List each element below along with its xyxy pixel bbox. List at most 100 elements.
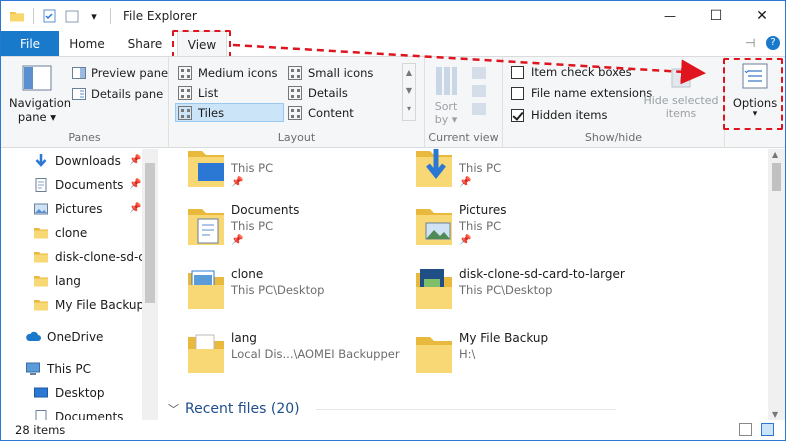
pin-icon[interactable]: 📌: [459, 177, 471, 188]
item-check-boxes-label: Item check boxes: [531, 65, 632, 79]
content-scrollbar[interactable]: ▲ ▼: [768, 149, 785, 420]
new-folder-icon[interactable]: [64, 8, 80, 24]
tile-location: This PC: [231, 219, 274, 233]
nav-item-downloads[interactable]: Downloads: [33, 150, 121, 172]
layout-tiles[interactable]: Tiles: [175, 103, 284, 122]
item-check-boxes-toggle[interactable]: Item check boxes: [511, 65, 632, 79]
pin-icon[interactable]: 📌: [129, 155, 141, 166]
layout-list[interactable]: List: [175, 83, 281, 102]
checkbox-checked[interactable]: [511, 108, 524, 122]
pin-icon[interactable]: 📌: [129, 203, 141, 214]
nav-item-documents[interactable]: Documents: [33, 174, 123, 196]
file-name-extensions-toggle[interactable]: File name extensions: [511, 86, 652, 100]
tab-file[interactable]: File: [1, 31, 59, 57]
backup-folder-icon: [416, 337, 452, 373]
options-chevron-icon[interactable]: ▾: [728, 110, 782, 119]
layout-content[interactable]: Content: [285, 103, 395, 122]
nav-item-pictures[interactable]: Pictures: [33, 198, 103, 220]
folder-icon: [33, 297, 49, 313]
chevron-down-icon[interactable]: ﹀: [168, 401, 179, 417]
tile-name: Pictures: [459, 203, 507, 217]
hidden-items-toggle[interactable]: Hidden items: [511, 108, 607, 122]
small-icons-icon: [288, 65, 302, 80]
nav-item-label: OneDrive: [47, 330, 104, 344]
tile-my-file-backup[interactable]: My File Backup H:\: [414, 329, 634, 387]
nav-item-disk-clone[interactable]: disk-clone-sd-ca: [33, 246, 152, 268]
pictures-folder-icon: [416, 209, 452, 245]
large-icons-view-icon[interactable]: [761, 423, 774, 436]
layout-scroll-buttons[interactable]: ▲ ▼ ▾: [402, 63, 416, 121]
tab-share[interactable]: Share: [119, 31, 171, 57]
navigation-pane-button[interactable]: Navigation pane ▾: [9, 63, 71, 124]
nav-item-label: lang: [55, 274, 81, 288]
nav-item-lang[interactable]: lang: [33, 270, 81, 292]
pin-icon[interactable]: 📌: [231, 235, 243, 246]
group-by-buttons[interactable]: [469, 65, 491, 124]
tile-clone[interactable]: clone This PC\Desktop: [186, 265, 406, 323]
nav-item-clone[interactable]: clone: [33, 222, 87, 244]
details-pane-label: Details pane: [91, 87, 164, 101]
desktop-icon: [33, 385, 49, 401]
folder-icon: [33, 273, 49, 289]
maximize-button[interactable]: ☐: [693, 1, 739, 31]
checkbox[interactable]: [511, 65, 524, 79]
nav-item-my-file-backup[interactable]: My File Backup: [33, 294, 144, 316]
tile-downloads[interactable]: This PC 📌: [414, 149, 634, 201]
pin-icon[interactable]: 📌: [231, 177, 243, 188]
tile-pictures[interactable]: Pictures This PC 📌: [414, 201, 634, 259]
tile-disk-clone-sd-card-to-larger[interactable]: disk-clone-sd-card-to-larger This PC\Des…: [414, 265, 634, 323]
folder-icon: [33, 249, 49, 265]
documents-icon: [33, 177, 49, 193]
details-pane-button[interactable]: Details pane: [71, 86, 163, 102]
scrollbar-thumb[interactable]: [145, 163, 155, 303]
hide-selected-items-button[interactable]: Hide selected items: [643, 65, 719, 120]
tile-documents[interactable]: Documents This PC 📌: [186, 201, 406, 259]
nav-item-documents-pc[interactable]: Documents: [33, 406, 123, 420]
pin-ribbon-icon[interactable]: ⊣: [745, 36, 755, 50]
tab-home[interactable]: Home: [61, 31, 113, 57]
close-button[interactable]: ✕: [739, 1, 785, 31]
pin-icon[interactable]: 📌: [459, 235, 471, 246]
tile-name: clone: [231, 267, 264, 281]
pictures-icon: [33, 201, 49, 217]
sort-by-button[interactable]: Sort by ▾: [431, 65, 461, 126]
current-view-group: Sort by ▾ Current view: [425, 57, 503, 147]
scrollbar-thumb[interactable]: [772, 163, 781, 191]
nav-item-label: Documents: [55, 178, 124, 192]
customize-quick-access-chevron-icon[interactable]: ▾: [86, 8, 102, 24]
nav-item-onedrive[interactable]: OneDrive: [25, 326, 103, 348]
tab-view[interactable]: View: [177, 31, 227, 57]
options-button[interactable]: Options ▾: [728, 61, 782, 127]
scroll-down-icon[interactable]: ▼: [772, 410, 778, 419]
panes-group: Navigation pane ▾ Preview pane Details p…: [1, 57, 169, 147]
folder-icon: [33, 225, 49, 241]
tile-location: This PC: [459, 161, 502, 175]
nav-item-this-pc[interactable]: This PC: [25, 358, 91, 380]
status-bar: 28 items: [1, 420, 785, 440]
scroll-up-icon[interactable]: ▲: [772, 150, 778, 159]
tile-desktop[interactable]: This PC 📌: [186, 149, 406, 201]
navigation-pane-scrollbar[interactable]: [142, 149, 158, 420]
list-icon: [178, 85, 192, 100]
properties-icon[interactable]: [42, 8, 58, 24]
details-view-icon[interactable]: [739, 423, 752, 436]
window-title: File Explorer: [123, 9, 197, 23]
navigation-pane-icon: [22, 65, 52, 91]
options-label: Options: [732, 96, 778, 110]
nav-item-desktop[interactable]: Desktop: [33, 382, 105, 404]
checkbox[interactable]: [511, 86, 524, 100]
layout-medium-icons[interactable]: Medium icons: [175, 63, 281, 82]
help-icon[interactable]: ?: [766, 36, 780, 50]
layout-small-icons[interactable]: Small icons: [285, 63, 395, 82]
pin-icon[interactable]: 📌: [129, 179, 141, 190]
recent-files-header[interactable]: ﹀ Recent files (20): [168, 401, 616, 417]
hidden-items-label: Hidden items: [531, 108, 608, 122]
tile-lang[interactable]: lang Local Dis...\AOMEI Backupper: [186, 329, 406, 387]
layout-item-label: Details: [308, 85, 348, 100]
layout-details[interactable]: Details: [285, 83, 395, 102]
folder-icon[interactable]: [9, 8, 25, 24]
minimize-button[interactable]: —: [647, 1, 693, 31]
preview-pane-button[interactable]: Preview pane: [71, 65, 168, 81]
recent-files-label: Recent files (20): [185, 401, 300, 417]
title-bar: ▾ File Explorer — ☐ ✕: [1, 1, 785, 31]
